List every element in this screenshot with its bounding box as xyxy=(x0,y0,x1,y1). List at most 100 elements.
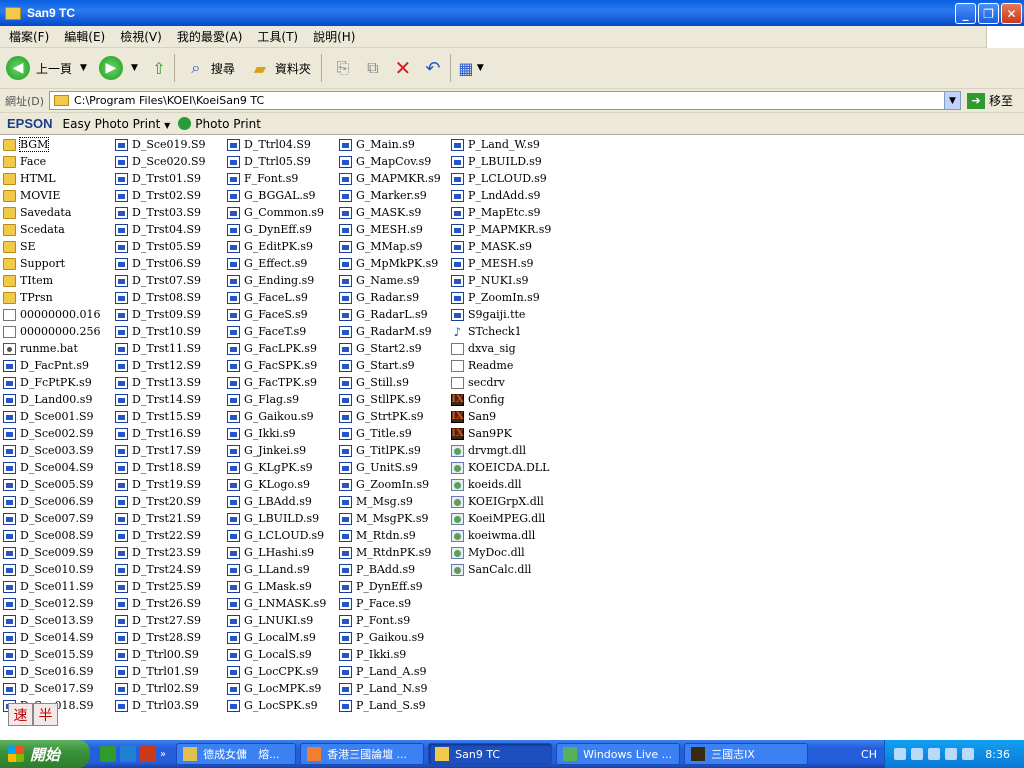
file-item[interactable]: P_LndAdd.s9 xyxy=(451,187,551,204)
file-item[interactable]: G_LBUILD.s9 xyxy=(227,510,326,527)
file-item[interactable]: SanCalc.dll xyxy=(451,561,551,578)
file-item[interactable]: G_FacTPK.s9 xyxy=(227,374,326,391)
file-item[interactable]: D_Ttrl02.S9 xyxy=(115,680,206,697)
start-button[interactable]: 開始 xyxy=(0,740,90,768)
file-item[interactable]: G_Flag.s9 xyxy=(227,391,326,408)
delete-icon[interactable]: ✕ xyxy=(392,56,414,80)
file-item[interactable]: P_Font.s9 xyxy=(339,612,441,629)
tray-icon[interactable] xyxy=(911,748,924,760)
taskbar-button[interactable]: 三國志IX xyxy=(684,743,809,765)
file-item[interactable]: D_Trst26.S9 xyxy=(115,595,206,612)
volume-icon[interactable] xyxy=(928,748,941,760)
file-item[interactable]: P_Land_S.s9 xyxy=(339,697,441,714)
menu-help[interactable]: 說明(H) xyxy=(307,28,361,45)
file-item[interactable]: G_RadarM.s9 xyxy=(339,323,441,340)
file-item[interactable]: P_DynEff.s9 xyxy=(339,578,441,595)
copy-to-icon[interactable]: ⧉ xyxy=(362,57,384,79)
file-item[interactable]: koeiwma.dll xyxy=(451,527,551,544)
file-item[interactable]: IX Config xyxy=(451,391,551,408)
taskbar-button-active[interactable]: San9 TC xyxy=(428,743,553,765)
file-item[interactable]: G_Common.s9 xyxy=(227,204,326,221)
file-item[interactable]: P_NUKI.s9 xyxy=(451,272,551,289)
file-item[interactable]: D_Trst15.S9 xyxy=(115,408,206,425)
file-item[interactable]: D_Trst10.S9 xyxy=(115,323,206,340)
file-item[interactable]: koeids.dll xyxy=(451,476,551,493)
file-item[interactable]: G_Start.s9 xyxy=(339,357,441,374)
file-item[interactable]: 00000000.256 xyxy=(3,323,100,340)
chevron-down-icon[interactable]: ▼ xyxy=(944,92,960,109)
file-item[interactable]: D_Sce016.S9 xyxy=(3,663,100,680)
file-item[interactable]: drvmgt.dll xyxy=(451,442,551,459)
folder-item[interactable]: BGM xyxy=(3,136,100,153)
file-item[interactable]: D_Trst14.S9 xyxy=(115,391,206,408)
file-item[interactable]: G_LHashi.s9 xyxy=(227,544,326,561)
file-item[interactable]: P_Face.s9 xyxy=(339,595,441,612)
taskbar-button[interactable]: 德成女傭 熔... xyxy=(176,743,297,765)
address-input[interactable]: C:\Program Files\KOEI\KoeiSan9 TC ▼ xyxy=(49,91,961,110)
file-item[interactable]: D_Sce017.S9 xyxy=(3,680,100,697)
file-item[interactable]: G_FaceL.s9 xyxy=(227,289,326,306)
restore-button[interactable]: ❐ xyxy=(978,3,999,24)
file-item[interactable]: Readme xyxy=(451,357,551,374)
file-item[interactable]: D_Trst16.S9 xyxy=(115,425,206,442)
folder-item[interactable]: TItem xyxy=(3,272,100,289)
file-item[interactable]: P_ZoomIn.s9 xyxy=(451,289,551,306)
file-item[interactable]: D_Trst01.S9 xyxy=(115,170,206,187)
file-item[interactable]: G_LocalS.s9 xyxy=(227,646,326,663)
file-item[interactable]: D_Sce010.S9 xyxy=(3,561,100,578)
file-item[interactable]: G_Effect.s9 xyxy=(227,255,326,272)
file-item[interactable]: G_DynEff.s9 xyxy=(227,221,326,238)
menu-edit[interactable]: 編輯(E) xyxy=(58,28,111,45)
menu-tools[interactable]: 工具(T) xyxy=(251,28,304,45)
file-item[interactable]: D_Sce005.S9 xyxy=(3,476,100,493)
file-item[interactable]: G_LNUKI.s9 xyxy=(227,612,326,629)
file-item[interactable]: G_Ikki.s9 xyxy=(227,425,326,442)
file-item[interactable]: S9gaiji.tte xyxy=(451,306,551,323)
menu-file[interactable]: 檔案(F) xyxy=(3,28,55,45)
file-item[interactable]: G_LocCPK.s9 xyxy=(227,663,326,680)
file-item[interactable]: G_Ending.s9 xyxy=(227,272,326,289)
file-item[interactable]: D_FcPtPK.s9 xyxy=(3,374,100,391)
file-item[interactable]: MyDoc.dll xyxy=(451,544,551,561)
file-item[interactable]: G_FacLPK.s9 xyxy=(227,340,326,357)
file-item[interactable]: D_Trst25.S9 xyxy=(115,578,206,595)
file-item[interactable]: G_RadarL.s9 xyxy=(339,306,441,323)
file-item[interactable]: D_Trst07.S9 xyxy=(115,272,206,289)
file-item[interactable]: P_Gaikou.s9 xyxy=(339,629,441,646)
file-item[interactable]: D_Trst04.S9 xyxy=(115,221,206,238)
file-item[interactable]: D_Trst21.S9 xyxy=(115,510,206,527)
file-item[interactable]: D_Sce020.S9 xyxy=(115,153,206,170)
file-item[interactable]: runme.bat xyxy=(3,340,100,357)
file-item[interactable]: P_BAdd.s9 xyxy=(339,561,441,578)
file-item[interactable]: M_RtdnPK.s9 xyxy=(339,544,441,561)
file-item[interactable]: G_TitlPK.s9 xyxy=(339,442,441,459)
file-item[interactable]: G_LNMASK.s9 xyxy=(227,595,326,612)
file-item[interactable]: G_LCLOUD.s9 xyxy=(227,527,326,544)
tray-icon[interactable] xyxy=(945,748,958,760)
file-item[interactable]: D_Trst12.S9 xyxy=(115,357,206,374)
file-item[interactable]: D_FacPnt.s9 xyxy=(3,357,100,374)
folders-button[interactable]: ▰ 資料夾 xyxy=(249,57,311,79)
file-item[interactable]: IX San9PK xyxy=(451,425,551,442)
file-item[interactable]: D_Sce008.S9 xyxy=(3,527,100,544)
file-item[interactable]: D_Trst06.S9 xyxy=(115,255,206,272)
quicklaunch-app-icon[interactable] xyxy=(100,746,116,762)
file-item[interactable]: G_Title.s9 xyxy=(339,425,441,442)
file-item[interactable]: P_MASK.s9 xyxy=(451,238,551,255)
file-item[interactable]: M_MsgPK.s9 xyxy=(339,510,441,527)
file-item[interactable]: P_MAPMKR.s9 xyxy=(451,221,551,238)
folder-item[interactable]: MOVIE xyxy=(3,187,100,204)
file-item[interactable]: P_Ikki.s9 xyxy=(339,646,441,663)
views-icon[interactable]: ▦ xyxy=(455,57,477,79)
folder-item[interactable]: Scedata xyxy=(3,221,100,238)
file-item[interactable]: D_Land00.s9 xyxy=(3,391,100,408)
search-button[interactable]: ⌕ 搜尋 xyxy=(185,57,235,79)
file-item[interactable]: D_Ttrl04.S9 xyxy=(227,136,326,153)
file-item[interactable]: D_Sce007.S9 xyxy=(3,510,100,527)
file-item[interactable]: G_Jinkei.s9 xyxy=(227,442,326,459)
file-item[interactable]: IX San9 xyxy=(451,408,551,425)
file-item[interactable]: D_Sce011.S9 xyxy=(3,578,100,595)
file-item[interactable]: D_Trst20.S9 xyxy=(115,493,206,510)
file-item[interactable]: G_Start2.s9 xyxy=(339,340,441,357)
file-item[interactable]: D_Trst13.S9 xyxy=(115,374,206,391)
